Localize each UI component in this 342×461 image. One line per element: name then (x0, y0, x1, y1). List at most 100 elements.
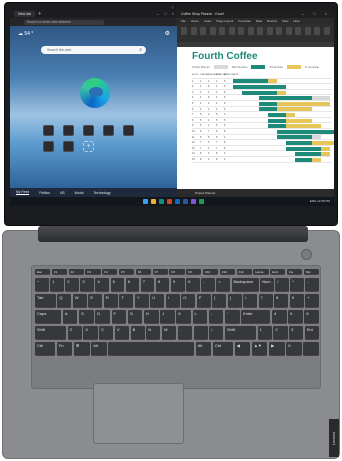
ribbon-button[interactable] (209, 27, 216, 35)
ribbon-button[interactable] (257, 27, 263, 35)
table-cell[interactable]: 2 (208, 157, 209, 163)
spacebar-key[interactable] (108, 342, 195, 355)
keyboard-key[interactable]: Caps (35, 310, 62, 323)
keyboard-key[interactable]: K (176, 310, 191, 323)
keyboard-key[interactable]: F5 (119, 269, 135, 274)
keyboard-key[interactable]: J (160, 310, 175, 323)
keyboard-key[interactable]: / (275, 278, 289, 291)
keyboard-key[interactable]: Num (260, 278, 274, 291)
keyboard-key[interactable]: V (114, 326, 129, 339)
taskbar-app-icon[interactable] (183, 199, 188, 204)
keyboard-key[interactable]: F2 (68, 269, 84, 274)
ribbon-button[interactable] (285, 27, 292, 35)
ribbon-button[interactable] (238, 27, 244, 35)
keyboard-key[interactable]: A (62, 310, 78, 323)
quick-link-tile[interactable] (43, 141, 54, 152)
keyboard-key[interactable]: 5 (288, 310, 303, 323)
keyboard-key[interactable]: ' (224, 310, 240, 323)
keyboard-key[interactable]: X (83, 326, 98, 339)
keyboard-key[interactable]: F10 (203, 269, 219, 274)
keyboard-key[interactable]: End (270, 269, 286, 274)
search-input[interactable]: Search the web ⌕ (41, 46, 146, 54)
keyboard-key[interactable]: 2 (65, 278, 79, 291)
keyboard-key[interactable]: 9 (171, 278, 185, 291)
keyboard-key[interactable]: ] (227, 294, 242, 307)
keyboard-key[interactable]: . (193, 326, 208, 339)
keyboard-key[interactable]: Z (67, 326, 82, 339)
ribbon-button[interactable] (200, 27, 206, 35)
keyboard-key[interactable]: \ (243, 294, 258, 307)
taskbar-app-icon[interactable] (175, 199, 180, 204)
ribbon-button[interactable] (314, 27, 320, 35)
keyboard-key[interactable]: Fn (56, 342, 73, 355)
table-row[interactable]: 15 8 2 8 3 (192, 157, 332, 163)
keyboard-key[interactable]: ⊞ (74, 342, 90, 355)
keyboard-key[interactable]: Shift (35, 326, 67, 339)
quick-link-tile[interactable] (83, 125, 94, 136)
keyboard-key[interactable]: F7 (152, 269, 168, 274)
keyboard-key[interactable]: Enter (241, 310, 271, 323)
keyboard-key[interactable]: Shift (224, 326, 257, 339)
keyboard-key[interactable]: 3 (289, 326, 304, 339)
window-controls[interactable]: – □ × (157, 11, 174, 16)
keyboard-key[interactable]: I (165, 294, 180, 307)
keyboard-key[interactable]: Ctrl (35, 342, 56, 355)
keyboard-key[interactable]: Ctrl (212, 342, 234, 355)
keyboard-key[interactable]: Alt (91, 342, 107, 355)
keyboard-key[interactable]: H (143, 310, 159, 323)
keyboard-key[interactable]: F11 (219, 269, 235, 274)
keyboard-key[interactable]: Esc (35, 269, 51, 274)
news-tab[interactable]: Technology (93, 191, 110, 195)
taskbar-app-icon[interactable] (159, 199, 164, 204)
table-cell[interactable]: 15 (192, 157, 195, 163)
ribbon-button[interactable] (219, 27, 225, 35)
keyboard-key[interactable]: F8 (169, 269, 185, 274)
quick-link-tile[interactable] (43, 125, 54, 136)
keyboard-key[interactable]: L (192, 310, 208, 323)
ribbon-button[interactable] (295, 27, 301, 35)
keyboard-key[interactable]: F12 (236, 269, 252, 274)
keyboard-key[interactable]: Ins (287, 269, 303, 274)
keyboard-key[interactable]: 3 (80, 278, 94, 291)
keyboard-key[interactable]: P (196, 294, 211, 307)
keyboard-key[interactable]: F1 (51, 269, 67, 274)
ribbon-button[interactable] (190, 27, 197, 35)
ribbon-button[interactable] (304, 27, 311, 35)
ribbon-button[interactable] (181, 27, 187, 35)
keyboard-key[interactable]: ~ (35, 278, 49, 291)
keyboard-key[interactable]: E (88, 294, 103, 307)
taskbar-app-icon[interactable] (167, 199, 172, 204)
keyboard-key[interactable]: . (303, 342, 319, 355)
keyboard-key[interactable]: G (127, 310, 143, 323)
keyboard-key[interactable]: 1 (257, 326, 272, 339)
weather-widget[interactable]: ☁ 54 ° (18, 31, 33, 37)
quick-link-tile[interactable] (63, 125, 74, 136)
ribbon-button[interactable] (266, 27, 273, 35)
keyboard-key[interactable]: , (177, 326, 192, 339)
ribbon-button[interactable] (276, 27, 282, 35)
keyboard-key[interactable]: 4 (95, 278, 109, 291)
keyboard-key[interactable]: T (119, 294, 134, 307)
news-tab[interactable]: Politics (39, 191, 50, 195)
sheet-tab[interactable]: Project Planner (177, 189, 334, 197)
address-input[interactable]: Search or enter web address (24, 19, 104, 25)
keyboard-key[interactable]: B (130, 326, 145, 339)
keyboard-key[interactable]: 7 (140, 278, 155, 291)
ribbon-button[interactable] (323, 27, 330, 35)
keyboard-key[interactable]: Del (303, 269, 319, 274)
keyboard-key[interactable]: S (79, 310, 94, 323)
keyboard-key[interactable]: 5 (110, 278, 125, 291)
keyboard-key[interactable]: 6 (304, 310, 319, 323)
window-controls[interactable]: – □ × (302, 10, 331, 18)
browser-tab[interactable]: New tab (14, 11, 36, 17)
keyboard-key[interactable]: Q (57, 294, 72, 307)
keyboard-key[interactable]: - (305, 278, 319, 291)
ribbon-button[interactable] (247, 27, 254, 35)
keyboard-key[interactable]: 7 (258, 294, 273, 307)
news-tab[interactable]: World (75, 191, 84, 195)
keyboard-key[interactable]: F3 (85, 269, 101, 274)
keyboard-key[interactable]: 4 (271, 310, 287, 323)
keyboard-key[interactable]: M (162, 326, 177, 339)
keyboard-key[interactable]: W (72, 294, 87, 307)
system-tray[interactable]: ENG 12:45 PM (310, 197, 330, 206)
